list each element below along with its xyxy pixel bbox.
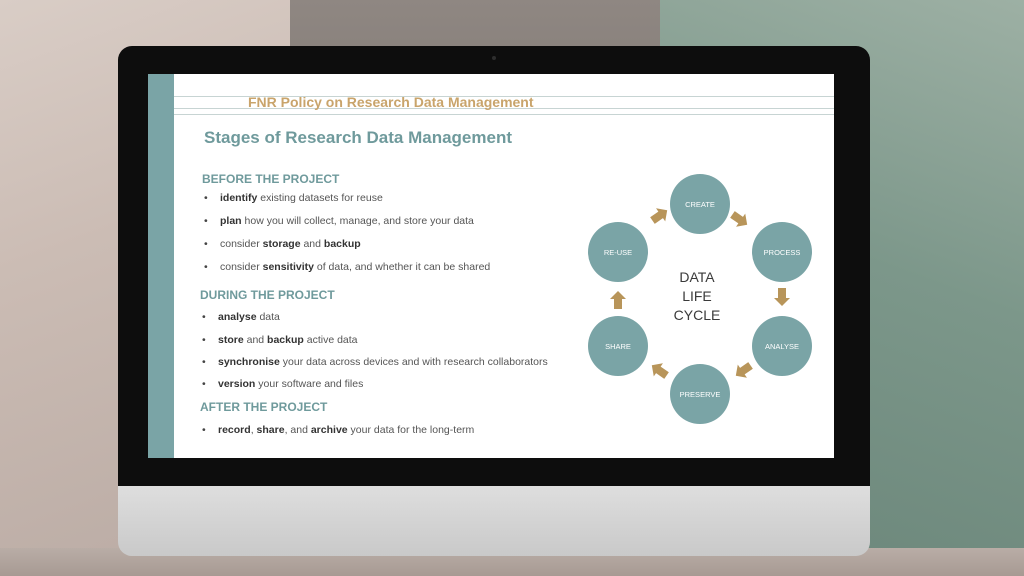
arrow-icon bbox=[735, 362, 753, 378]
bullet-dot: • bbox=[204, 192, 208, 204]
list-item: • analyse data bbox=[202, 311, 280, 323]
bullet-bold: backup bbox=[267, 334, 304, 346]
section-heading-after: AFTER THE PROJECT bbox=[200, 400, 328, 414]
bullet-dot: • bbox=[202, 356, 206, 368]
bullet-dot: • bbox=[204, 261, 208, 273]
header-rule bbox=[174, 114, 834, 115]
bullet-bold: record bbox=[218, 424, 251, 436]
bullet-text: your data for the long-term bbox=[347, 424, 475, 436]
section-heading-before: BEFORE THE PROJECT bbox=[202, 172, 340, 186]
camera-icon bbox=[492, 56, 496, 60]
list-item: • record, share, and archive your data fo… bbox=[202, 424, 474, 436]
list-item: • plan how you will collect, manage, and … bbox=[204, 215, 474, 227]
monitor-chin bbox=[118, 486, 870, 556]
bullet-text: and bbox=[300, 238, 324, 250]
bullet-text: active data bbox=[303, 334, 358, 346]
list-item: • consider storage and backup bbox=[204, 238, 361, 250]
slide-title: Stages of Research Data Management bbox=[204, 128, 512, 147]
cycle-arrows bbox=[610, 208, 790, 379]
list-item: • store and backup active data bbox=[202, 334, 358, 346]
bullet-bold: synchronise bbox=[218, 356, 280, 368]
bullet-bold: sensitivity bbox=[262, 261, 314, 273]
list-item: • consider sensitivity of data, and wheth… bbox=[204, 261, 490, 273]
bullet-text: , and bbox=[284, 424, 311, 436]
bullet-text: and bbox=[243, 334, 268, 346]
arrow-icon bbox=[610, 291, 626, 309]
bullet-dot: • bbox=[202, 311, 206, 323]
desk-scene: FNR Policy on Research Data Management S… bbox=[0, 0, 1024, 576]
data-life-cycle-diagram: DATA LIFE CYCLE CREATE PROCESS ANALYSE P… bbox=[574, 164, 824, 434]
arrow-icon bbox=[650, 208, 668, 224]
bullet-text: your software and files bbox=[255, 378, 364, 390]
monitor: FNR Policy on Research Data Management S… bbox=[118, 46, 870, 556]
bullet-bold: backup bbox=[323, 238, 361, 250]
list-item: • synchronise your data across devices an… bbox=[202, 356, 548, 368]
bullet-bold: archive bbox=[310, 424, 348, 436]
slide-screen: FNR Policy on Research Data Management S… bbox=[148, 74, 834, 458]
bullet-dot: • bbox=[202, 378, 206, 390]
bullet-dot: • bbox=[204, 238, 208, 250]
bullet-dot: • bbox=[204, 215, 208, 227]
list-item: • version your software and files bbox=[202, 378, 363, 390]
bullet-bold: plan bbox=[220, 215, 242, 227]
bullet-bold: storage bbox=[262, 238, 301, 250]
bullet-text: your data across devices and with resear… bbox=[279, 356, 548, 368]
bullet-bold: share bbox=[256, 424, 285, 436]
list-item: • identify existing datasets for reuse bbox=[204, 192, 383, 204]
bullet-text: data bbox=[256, 311, 280, 323]
arrow-icon bbox=[651, 363, 669, 379]
arrow-icon bbox=[774, 288, 790, 306]
document-title: FNR Policy on Research Data Management bbox=[248, 94, 534, 110]
bullet-text: consider bbox=[220, 261, 263, 273]
bullet-text: existing datasets for reuse bbox=[257, 192, 383, 204]
bullet-bold: analyse bbox=[218, 311, 257, 323]
bullet-text: how you will collect, manage, and store … bbox=[241, 215, 474, 227]
bullet-text: consider bbox=[220, 238, 263, 250]
bullet-bold: version bbox=[218, 378, 256, 390]
bullet-bold: store bbox=[218, 334, 244, 346]
bullet-dot: • bbox=[202, 424, 206, 436]
arrow-icon bbox=[730, 211, 748, 227]
slide-accent-bar bbox=[148, 74, 174, 458]
bullet-dot: • bbox=[202, 334, 206, 346]
section-heading-during: DURING THE PROJECT bbox=[200, 288, 335, 302]
bullet-bold: identify bbox=[220, 192, 258, 204]
bullet-text: of data, and whether it can be shared bbox=[313, 261, 491, 273]
